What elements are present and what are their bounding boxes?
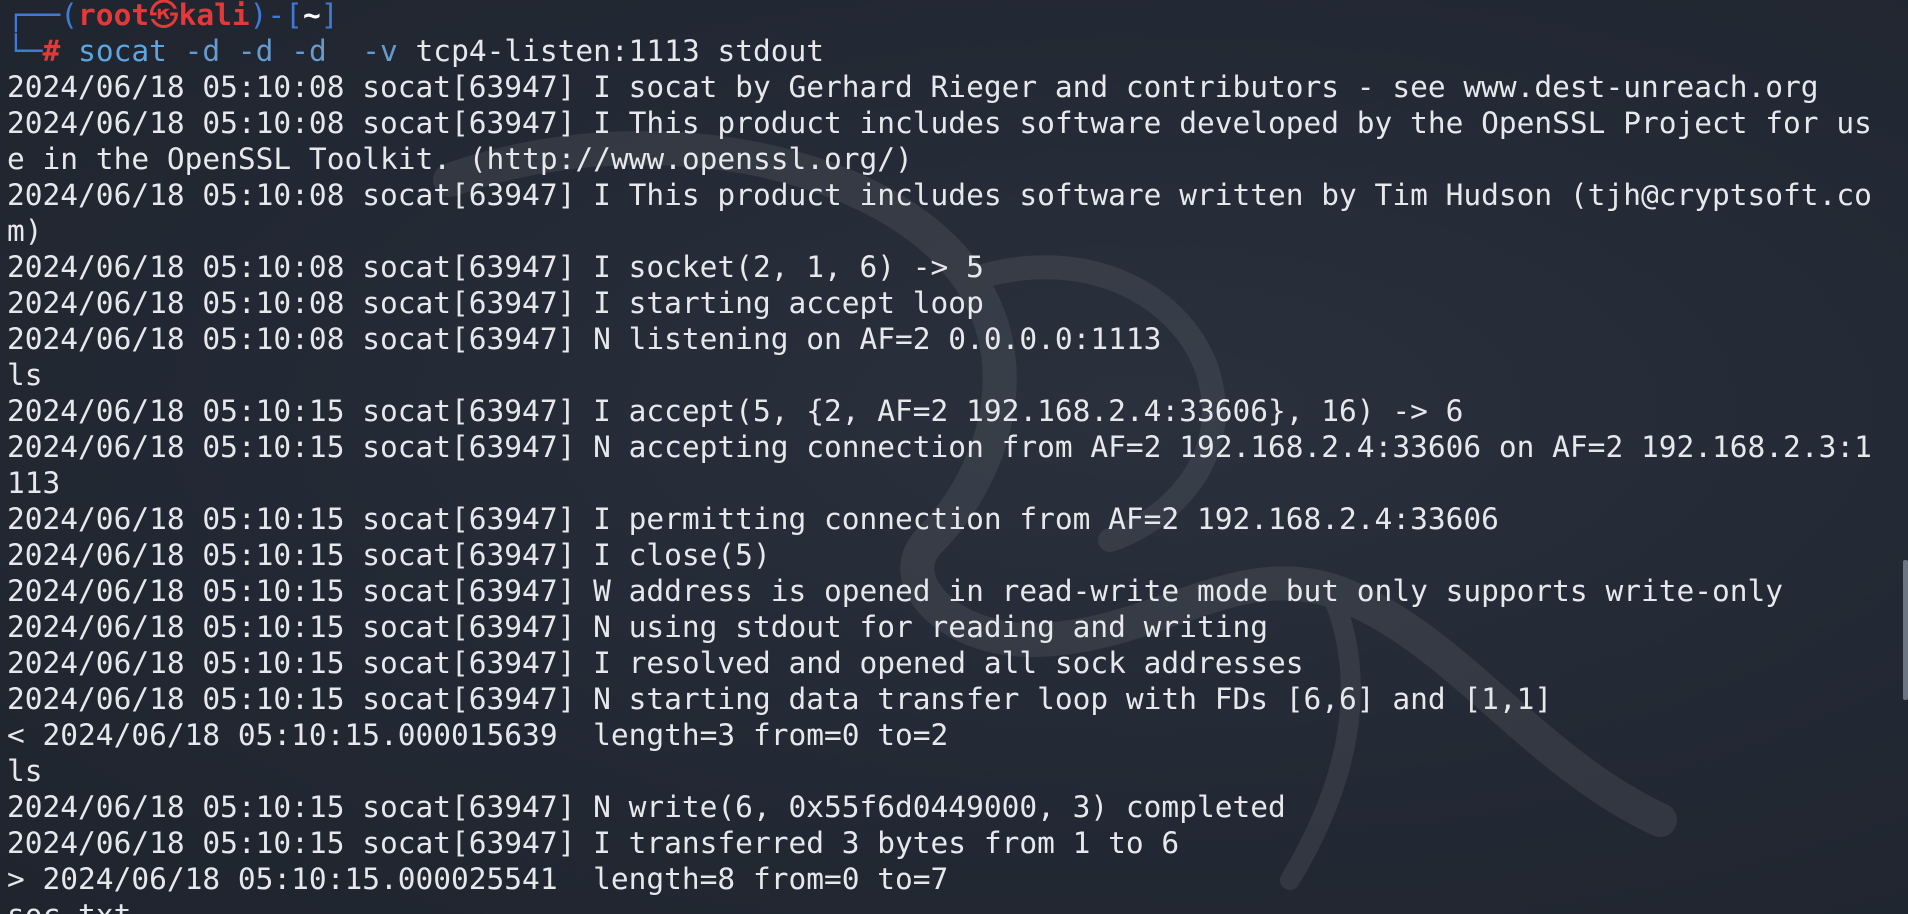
output-line: < 2024/06/18 05:10:15.000015639 length=3… [7,718,949,752]
output-line: m) [7,214,43,248]
command-args: tcp4-listen:1113 stdout [415,34,825,68]
skull-icon: ㉿ [149,0,179,32]
output-line: 2024/06/18 05:10:08 socat[63947] N liste… [7,322,1162,356]
prompt-user: root [78,0,150,32]
output-line: 2024/06/18 05:10:08 socat[63947] I socke… [7,250,984,284]
terminal-content: ┌──(root㉿kali)-[~] └─# socat -d -d -d -v… [7,0,1908,914]
output-line: ls [7,358,43,392]
prompt-box-bottom: └─ [7,34,43,68]
prompt-cwd: ~ [302,0,321,32]
prompt-box-mid: )-[ [249,0,303,32]
output-line: 2024/06/18 05:10:08 socat[63947] I socat… [7,70,1819,104]
prompt-host: kali [178,0,250,32]
output-line: 113 [7,466,61,500]
command-line[interactable]: └─# socat -d -d -d -v tcp4-listen:1113 s… [7,33,1908,69]
output-line: 2024/06/18 05:10:15 socat[63947] I resol… [7,646,1304,680]
prompt-line-top: ┌──(root㉿kali)-[~] [7,0,1908,33]
scrollbar-thumb[interactable] [1903,560,1908,700]
output-line: 2024/06/18 05:10:15 socat[63947] I close… [7,538,771,572]
output-line: 2024/06/18 05:10:15 socat[63947] I accep… [7,394,1464,428]
prompt-box-end: ] [320,0,339,32]
output-line: 2024/06/18 05:10:15 socat[63947] I trans… [7,826,1180,860]
output-line: 2024/06/18 05:10:15 socat[63947] W addre… [7,574,1784,608]
output-line: soc.txt [7,897,1908,914]
output-line: 2024/06/18 05:10:15 socat[63947] N accep… [7,430,1872,464]
terminal-window[interactable]: ┌──(root㉿kali)-[~] └─# socat -d -d -d -v… [0,0,1908,914]
output-line: 2024/06/18 05:10:08 socat[63947] I This … [7,178,1872,212]
prompt-box-corner: ┌──( [7,0,79,32]
output-line: 2024/06/18 05:10:08 socat[63947] I start… [7,286,984,320]
output-line: 2024/06/18 05:10:08 socat[63947] I This … [7,106,1872,140]
output-line: e in the OpenSSL Toolkit. (http://www.op… [7,142,913,176]
output-line: ls [7,754,43,788]
output-line: 2024/06/18 05:10:15 socat[63947] N start… [7,682,1553,716]
prompt-hash: # [42,34,61,68]
output-line: 2024/06/18 05:10:15 socat[63947] N using… [7,610,1268,644]
output-line: 2024/06/18 05:10:15 socat[63947] I permi… [7,502,1499,536]
output-line: 2024/06/18 05:10:15 socat[63947] N write… [7,790,1286,824]
output-line: > 2024/06/18 05:10:15.000025541 length=8… [7,862,949,896]
command-options: -d -d -d -v [184,34,398,68]
command-name: socat [78,34,167,68]
